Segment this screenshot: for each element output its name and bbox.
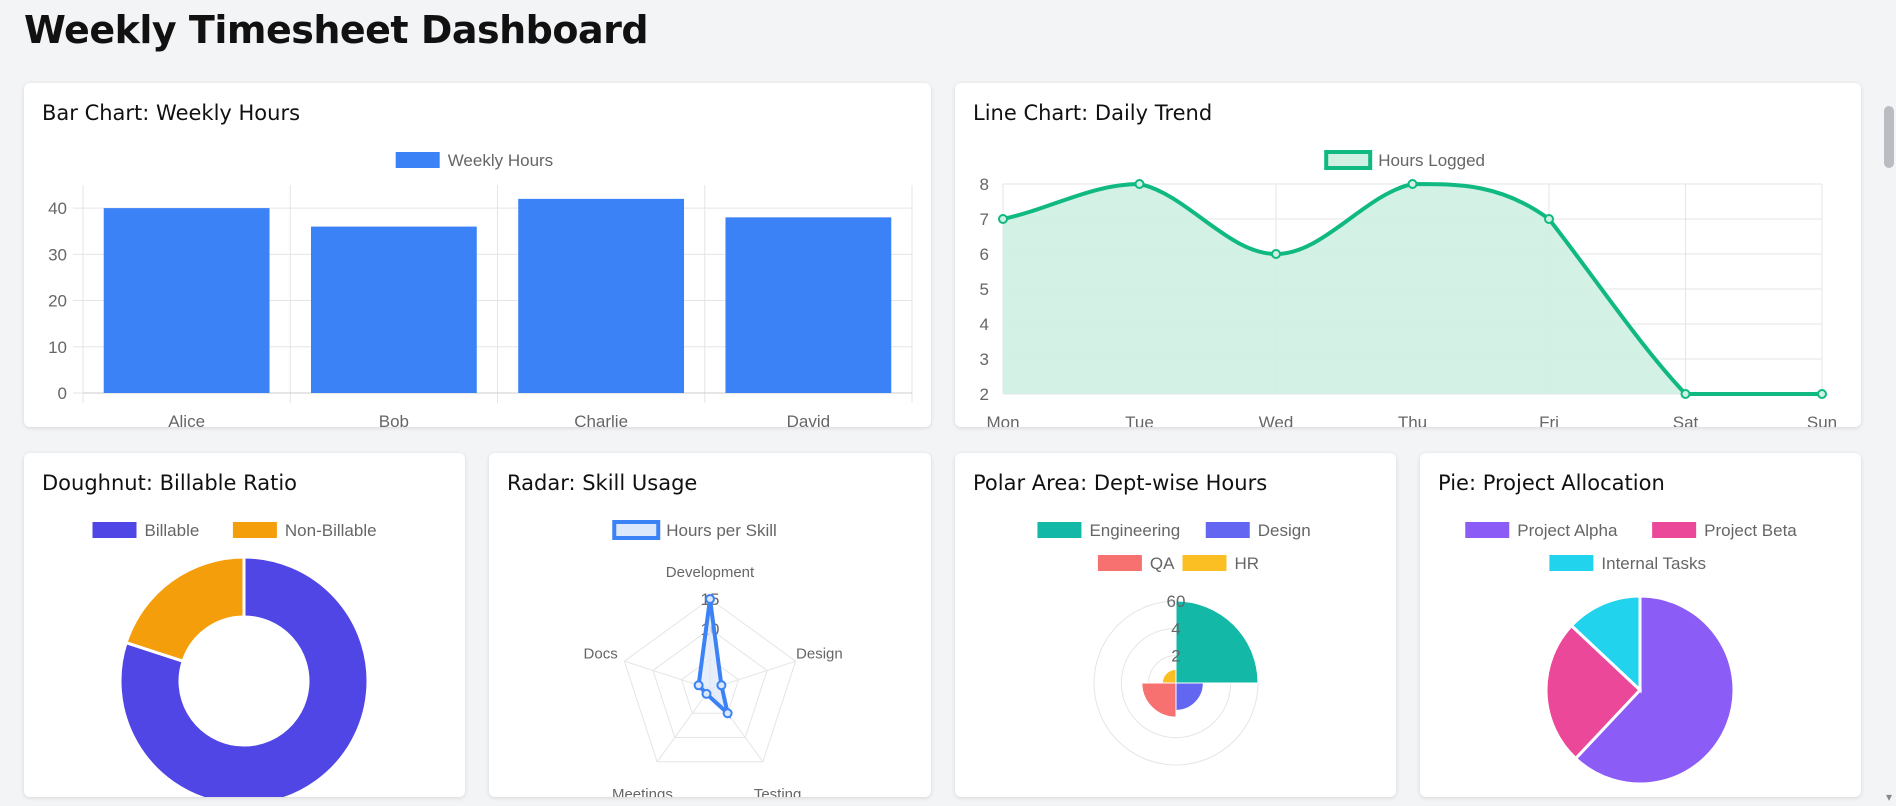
x-tick-label: Sat [1673, 413, 1699, 427]
legend-label: HR [1235, 554, 1260, 573]
slice-non-billable [124, 555, 246, 664]
y-tick-label: 20 [48, 292, 67, 311]
line-point-tue [1134, 179, 1145, 189]
legend-label: Non-Billable [285, 521, 377, 540]
line-point-thu [1407, 179, 1418, 189]
legend-swatch [612, 520, 661, 540]
radar-axis-label: Design [796, 645, 843, 662]
y-tick-label: 3 [980, 350, 989, 369]
radar-axis-label: Meetings [612, 786, 673, 797]
x-tick-label: Alice [168, 412, 205, 427]
radar-chart-canvas[interactable]: Hours per Skill Development Design Testing M… [489, 453, 931, 797]
legend-label: Project Beta [1704, 521, 1797, 540]
legend-swatch [1037, 522, 1082, 538]
bar-chart-canvas[interactable]: Weekly Hours 0 10 20 30 40 Alice Bob Charlie Davi… [24, 83, 931, 427]
line-point-wed [1271, 249, 1281, 259]
pie-chart-card: Pie: Project Allocation Project Alpha Pro… [1420, 453, 1861, 797]
legend-label: Engineering [1089, 521, 1180, 540]
y-tick-label: 10 [48, 338, 67, 357]
radar-point-docs [693, 680, 704, 691]
polar-slice-hr [1161, 668, 1177, 684]
x-tick-label: Thu [1398, 413, 1427, 427]
radar-point-development [705, 594, 715, 604]
y-tick-label: 40 [48, 199, 67, 218]
polar-tick-label: 4 [1171, 619, 1180, 638]
polar-tick-label: 2 [1171, 647, 1180, 666]
legend-swatch [1097, 555, 1142, 571]
legend-label: Hours per Skill [666, 521, 777, 540]
legend-swatch [1465, 522, 1510, 538]
y-tick-label: 4 [980, 315, 989, 334]
polar-slice-design [1175, 682, 1204, 711]
polar-tick-label: 60 [1167, 592, 1186, 611]
y-tick-label: 6 [980, 245, 989, 264]
legend-swatch [232, 522, 277, 538]
bar-david [725, 217, 892, 393]
x-tick-label: Wed [1259, 413, 1294, 427]
doughnut-chart-canvas[interactable]: Billable Non-Billable [24, 453, 465, 797]
line-chart-card: Line Chart: Daily Trend Hours Logged 2 3 4 5… [955, 83, 1861, 427]
x-tick-label: Charlie [574, 412, 628, 427]
radar-axis-label: Development [666, 564, 755, 581]
polar-slice-engineering [1175, 600, 1259, 684]
radar-axis-label: Testing [754, 786, 802, 797]
y-tick-label: 0 [58, 384, 67, 403]
polar-chart-canvas[interactable]: Engineering Design QA HR 2 4 60 [955, 453, 1396, 797]
y-tick-label: 30 [48, 245, 67, 264]
x-tick-label: Bob [379, 412, 409, 427]
legend-swatch [92, 522, 137, 538]
legend-swatch [1182, 555, 1227, 571]
y-tick-label: 2 [980, 385, 989, 404]
chevron-down-icon[interactable]: ▾ [1886, 790, 1892, 804]
pie-chart-canvas[interactable]: Project Alpha Project Beta Internal Tasks [1420, 453, 1861, 797]
line-point-sun [1817, 389, 1827, 399]
legend-label: Weekly Hours [448, 151, 554, 170]
bar-chart-card: Bar Chart: Weekly Hours Weekly Hours 0 10 2… [24, 83, 931, 427]
x-tick-label: Mon [986, 413, 1019, 427]
y-tick-label: 7 [980, 210, 989, 229]
line-point-sat [1680, 389, 1691, 399]
legend-label: Internal Tasks [1601, 554, 1706, 573]
line-point-mon [998, 214, 1008, 224]
polar-chart-card: Polar Area: Dept-wise Hours Engineering D… [955, 453, 1396, 797]
y-tick-label: 5 [980, 280, 989, 299]
x-tick-label: Tue [1125, 413, 1154, 427]
legend-label: Billable [145, 521, 200, 540]
x-tick-label: David [787, 412, 830, 427]
radar-spoke [656, 688, 711, 763]
legend-label: QA [1150, 554, 1175, 573]
x-tick-label: Sun [1807, 413, 1837, 427]
legend-swatch [1324, 150, 1373, 170]
radar-point-testing [722, 708, 733, 719]
bar-alice [103, 208, 270, 393]
legend-swatch [1652, 522, 1697, 538]
legend-swatch [1205, 522, 1250, 538]
line-chart-canvas[interactable]: Hours Logged 2 3 4 5 6 7 8 Mon Tue Wed Thu Fri Sat Sun [955, 83, 1861, 427]
x-tick-label: Fri [1539, 413, 1559, 427]
bar-bob [310, 226, 477, 393]
line-point-fri [1544, 214, 1554, 224]
legend-label: Hours Logged [1378, 151, 1485, 170]
page-scrollbar[interactable]: ▾ [1874, 0, 1896, 806]
radar-chart-card: Radar: Skill Usage Hours per Skill Develo… [489, 453, 931, 797]
bar-charlie [518, 198, 685, 393]
radar-axis-label: Docs [584, 645, 618, 662]
polar-slice-qa [1141, 682, 1177, 718]
scrollbar-thumb[interactable] [1884, 106, 1894, 168]
radar-point-design [716, 680, 727, 691]
legend-swatch [395, 152, 440, 168]
legend-swatch [1549, 555, 1594, 571]
legend-label: Design [1258, 521, 1311, 540]
page-title: Weekly Timesheet Dashboard [24, 8, 649, 52]
doughnut-chart-card: Doughnut: Billable Ratio Billable Non-Bil… [24, 453, 465, 797]
y-tick-label: 8 [980, 175, 989, 194]
legend-label: Project Alpha [1517, 521, 1618, 540]
radar-point-meetings [701, 688, 712, 699]
